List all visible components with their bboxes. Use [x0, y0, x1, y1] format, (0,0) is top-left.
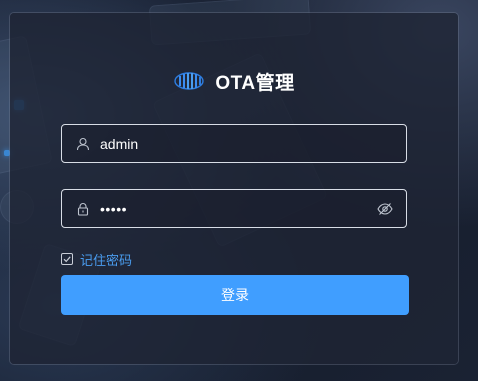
password-value: •••••	[100, 200, 128, 217]
remember-label[interactable]: 记住密码	[80, 250, 132, 269]
login-header: OTA管理	[10, 63, 458, 99]
check-icon	[63, 256, 71, 263]
user-icon	[76, 137, 90, 151]
login-card: OTA管理 admin ••••• 记住密码 登录	[10, 13, 458, 364]
remember-password[interactable]: 记住密码	[61, 250, 132, 269]
page-title: OTA管理	[215, 72, 295, 94]
username-field[interactable]: admin	[61, 124, 407, 163]
password-field[interactable]: •••••	[61, 189, 407, 228]
remember-checkbox[interactable]	[61, 253, 73, 265]
login-button[interactable]: 登录	[61, 275, 409, 315]
ota-logo-icon	[173, 71, 205, 91]
login-page: OTA管理 admin ••••• 记住密码 登录	[0, 0, 478, 381]
eye-icon[interactable]	[377, 202, 393, 216]
lock-icon	[76, 202, 90, 216]
username-value: admin	[100, 135, 139, 152]
